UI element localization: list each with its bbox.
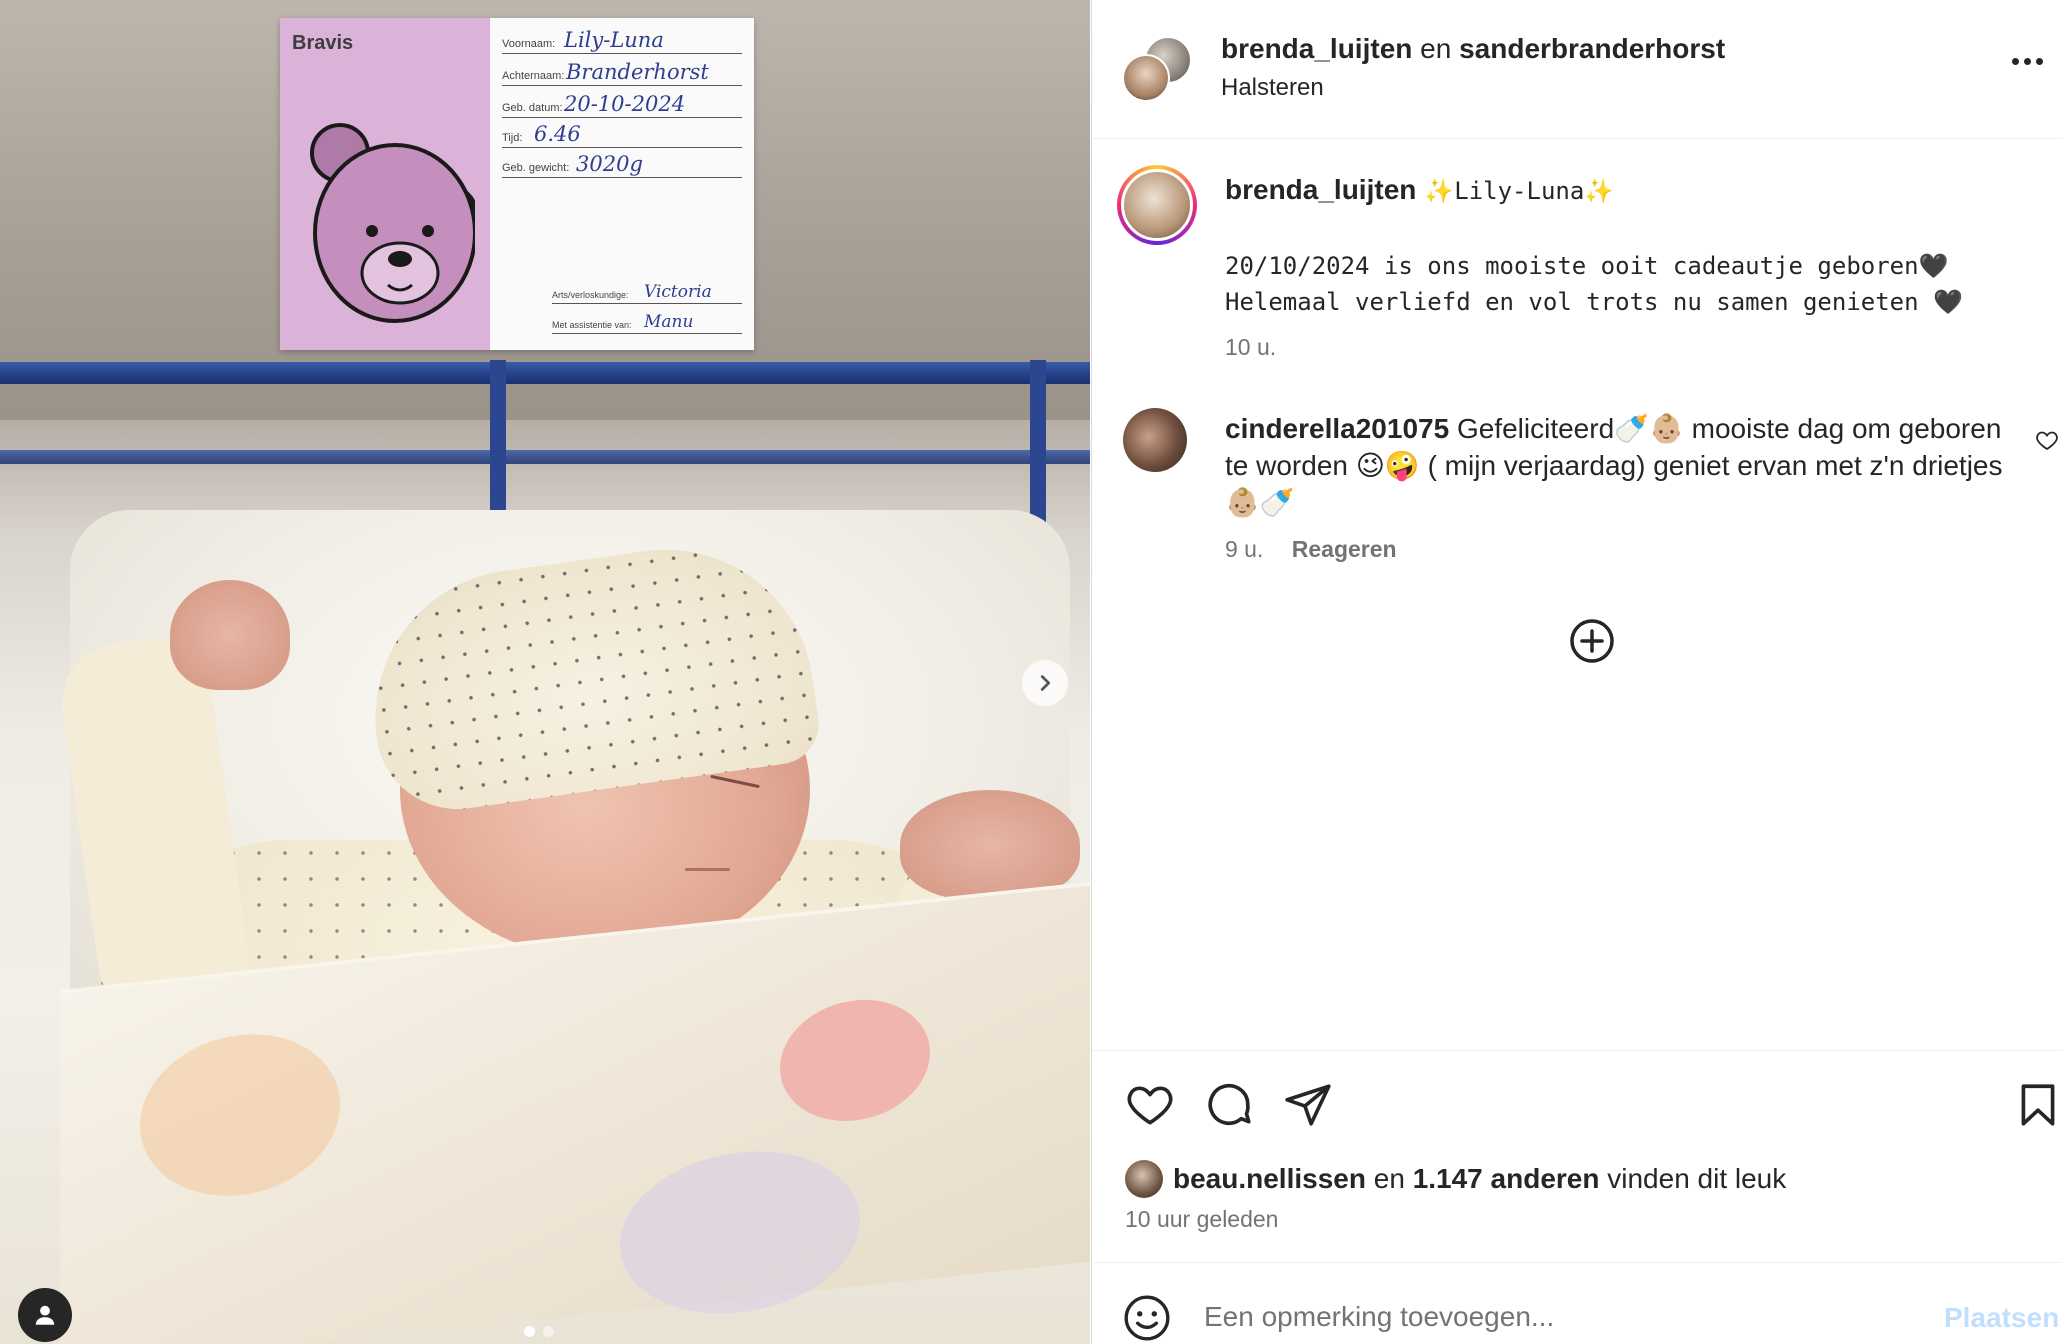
avatar[interactable]	[1122, 54, 1170, 102]
card-field-value: Lily-Luna	[564, 28, 664, 52]
card-field-value: Victoria	[644, 282, 712, 302]
caption-avatar[interactable]	[1117, 165, 1197, 245]
teddy-bear-illustration	[310, 123, 475, 323]
card-field-voornaam: Voornaam: Lily-Luna	[502, 28, 742, 54]
card-field-label: Met assistentie van:	[552, 320, 632, 330]
card-field-label: Achternaam:	[502, 70, 565, 82]
crib-post	[1030, 360, 1046, 540]
carousel-indicator	[524, 1326, 554, 1337]
comment-input[interactable]	[1204, 1294, 1904, 1340]
post-authors: brenda_luijten en sanderbranderhorst	[1221, 33, 1725, 65]
baby-hand-right	[900, 790, 1080, 900]
blanket-print	[780, 992, 930, 1129]
paper-plane-icon[interactable]	[1283, 1080, 1333, 1130]
avatar	[1125, 1160, 1163, 1198]
card-field-value: 20-10-2024	[564, 92, 686, 116]
card-field-tijd: Tijd: 6.46	[502, 122, 742, 148]
next-media-button[interactable]	[1022, 660, 1068, 706]
more-dots-icon	[2012, 58, 2019, 65]
comment-body: cinderella201075 Gefeliciteerd🍼👶🏼 mooist…	[1225, 410, 2015, 521]
card-field-value: 6.46	[534, 122, 581, 146]
card-field-label: Voornaam:	[502, 38, 556, 50]
card-field-value: Branderhorst	[566, 60, 709, 84]
card-field-label: Tijd:	[502, 132, 523, 144]
blanket-print	[620, 1139, 860, 1326]
bookmark-icon[interactable]	[2013, 1080, 2062, 1130]
post-timestamp[interactable]: 10 uur geleden	[1125, 1206, 1278, 1233]
more-dots-icon	[2036, 58, 2043, 65]
caption-text: 20/10/2024 is ons mooiste ooit cadeautje…	[1225, 252, 1963, 316]
crib-rail-top	[0, 362, 1090, 384]
baby-hand-left	[170, 580, 290, 690]
likes-suffix: vinden dit leuk	[1607, 1163, 1787, 1194]
author-link[interactable]: sanderbranderhorst	[1459, 33, 1725, 64]
likes-count[interactable]: 1.147 anderen	[1413, 1163, 1600, 1195]
caption-username[interactable]: brenda_luijten	[1225, 174, 1416, 205]
card-field-achternaam: Achternaam: Branderhorst	[502, 60, 742, 86]
user-tag-icon	[35, 1305, 55, 1325]
actions-divider	[1092, 1050, 2062, 1051]
birth-name-card: Bravis Voornaam: Lily-Luna Achternaam: B…	[280, 18, 754, 350]
baby-mouth	[685, 868, 730, 871]
comment-username[interactable]: cinderella201075	[1225, 413, 1449, 444]
caption-timestamp[interactable]: 10 u.	[1225, 334, 1276, 361]
card-field-value: 3020g	[576, 152, 643, 176]
author-conjunction: en	[1420, 33, 1452, 64]
caption-title: ✨Lily-Luna✨	[1424, 177, 1615, 205]
heart-icon[interactable]	[1125, 1080, 1175, 1130]
post-media[interactable]: Bravis Voornaam: Lily-Luna Achternaam: B…	[0, 0, 1090, 1344]
heart-icon[interactable]	[2035, 428, 2059, 452]
comment-meta: 9 u. Reageren	[1225, 536, 1397, 563]
crib-rail-lower	[0, 450, 1090, 464]
card-field-value: Manu	[644, 312, 694, 332]
chevron-right-icon	[1040, 675, 1051, 691]
likes-conj: en	[1373, 1163, 1405, 1194]
comment-bubble-icon[interactable]	[1204, 1080, 1254, 1130]
avatar	[1121, 169, 1193, 241]
card-field-geb-gewicht: Geb. gewicht: 3020g	[502, 152, 742, 178]
blanket-print	[140, 1024, 340, 1206]
post-comment-button[interactable]: Plaatsen	[1944, 1302, 2059, 1334]
likes-summary[interactable]: beau.nellissen en 1.147 anderen vinden d…	[1125, 1159, 1786, 1199]
card-field-label: Geb. datum:	[502, 102, 563, 114]
plus-circle-icon[interactable]	[1568, 617, 1616, 665]
baby-eye	[710, 774, 760, 789]
collab-avatars[interactable]	[1122, 36, 1194, 102]
location-link[interactable]: Halsteren	[1221, 74, 1324, 102]
post-header: brenda_luijten en sanderbranderhorst Hal…	[1092, 0, 2062, 139]
card-field-arts: Arts/verloskundige: Victoria	[552, 278, 742, 304]
more-dots-icon	[2024, 58, 2031, 65]
more-options-button[interactable]	[2012, 58, 2048, 72]
carousel-dot-active	[524, 1326, 535, 1337]
author-link[interactable]: brenda_luijten	[1221, 33, 1412, 64]
card-field-label: Arts/verloskundige:	[552, 290, 629, 300]
hospital-logo: Bravis	[292, 32, 354, 54]
like-username[interactable]: beau.nellissen	[1173, 1163, 1366, 1195]
carousel-dot	[543, 1326, 554, 1337]
tagged-users-button[interactable]	[18, 1288, 72, 1342]
post-panel: brenda_luijten en sanderbranderhorst Hal…	[1091, 0, 2062, 1344]
comment-timestamp[interactable]: 9 u.	[1225, 536, 1263, 562]
caption-header: brenda_luijten ✨Lily-Luna✨	[1225, 174, 1614, 206]
smiley-icon[interactable]	[1122, 1293, 1172, 1343]
composer-divider	[1092, 1262, 2062, 1263]
card-field-geb-datum: Geb. datum: 20-10-2024	[502, 92, 742, 118]
reply-button[interactable]: Reageren	[1292, 536, 1397, 562]
card-field-assistentie: Met assistentie van: Manu	[552, 308, 742, 334]
card-field-label: Geb. gewicht:	[502, 162, 570, 174]
comment-avatar[interactable]	[1123, 408, 1187, 472]
